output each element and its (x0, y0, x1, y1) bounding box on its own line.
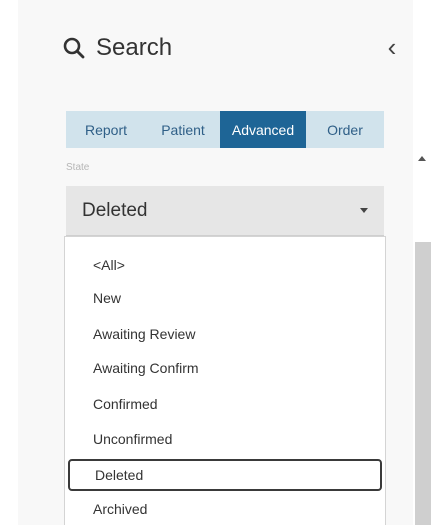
scroll-up-arrow-icon[interactable] (418, 156, 426, 161)
scrollbar-thumb[interactable] (415, 242, 431, 525)
search-tabs: Report Patient Advanced Order (66, 111, 384, 148)
state-dropdown-list: <All> New Awaiting Review Awaiting Confi… (64, 236, 386, 525)
tab-report[interactable]: Report (66, 111, 146, 148)
caret-down-icon (360, 208, 368, 213)
option-awaiting-review[interactable]: Awaiting Review (93, 326, 195, 342)
panel-header: Search (62, 28, 172, 68)
state-field-label: State (66, 162, 90, 173)
option-awaiting-confirm[interactable]: Awaiting Confirm (93, 360, 199, 376)
state-select-value: Deleted (82, 199, 148, 221)
tab-order[interactable]: Order (306, 111, 384, 148)
option-unconfirmed[interactable]: Unconfirmed (93, 431, 172, 447)
chevron-left-icon: ‹ (387, 31, 397, 62)
state-select[interactable]: Deleted (66, 186, 384, 236)
search-icon (63, 37, 85, 59)
option-deleted[interactable]: Deleted (68, 459, 382, 491)
page-title: Search (96, 34, 173, 61)
tab-patient[interactable]: Patient (146, 111, 220, 148)
option-all[interactable]: <All> (93, 257, 125, 273)
option-confirmed[interactable]: Confirmed (93, 396, 158, 412)
collapse-panel-button[interactable]: ‹ (380, 30, 404, 64)
scrollbar[interactable] (413, 152, 432, 525)
option-archived[interactable]: Archived (93, 501, 147, 517)
tab-advanced[interactable]: Advanced (220, 111, 306, 148)
option-new[interactable]: New (93, 290, 121, 306)
